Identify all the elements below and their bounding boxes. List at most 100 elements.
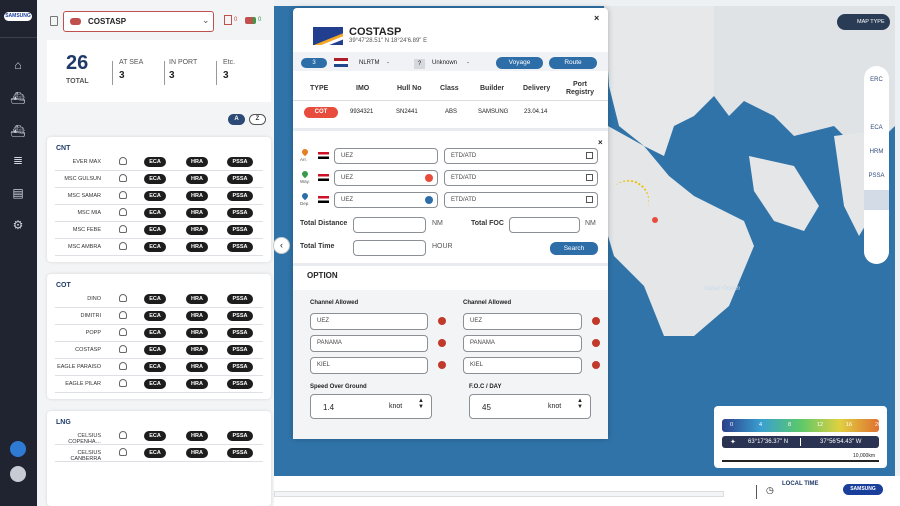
sog-stepper[interactable]: 1.4 knot ▲ ▼ [310,394,432,419]
list-item[interactable]: MSC GULSUN ECA HRA PSSA [47,171,271,188]
total-time-input[interactable] [353,240,426,256]
location-pin-icon [300,191,310,201]
group-card-cnt: CNT EVER MAX ECA HRA PSSA MSC GULSUN ECA HRA PSS… [47,137,271,262]
list-item[interactable]: DINO ECA HRA PSSA [47,291,271,308]
samsung-logo: SAMSUNG [4,12,32,21]
foc-stepper[interactable]: 45 knot ▲ ▼ [469,394,591,419]
settings-icon[interactable]: ⚙ [9,216,27,234]
close-icon[interactable]: × [594,13,599,23]
sort-z-button[interactable]: Z [249,114,266,125]
foc-label: F.O.C / DAY [469,384,502,390]
calendar-icon[interactable] [586,196,593,203]
clock-icon: ◷ [766,485,774,495]
spec-header: Port Registry [565,81,594,96]
list-item[interactable]: CELSIUS CANBERRA ECA HRA PSSA [47,445,271,462]
legend-panel: 0 4 8 12 16 20kn ✦ 63°17'36.37" N 37°56'54.43… [714,406,887,468]
list-item[interactable]: DIMITRI ECA HRA PSSA [47,308,271,325]
channel-input[interactable]: UEZ [463,313,582,330]
remove-waypoint-icon[interactable] [425,174,433,182]
zone-badge: ECA [144,345,166,355]
stepper-arrows-icon[interactable]: ▲ ▼ [418,398,424,410]
search-button[interactable]: Search [550,242,598,255]
fleet-icon[interactable]: ⛴ [9,122,27,140]
delivery-value: 23.04.14 [524,109,548,115]
list-item[interactable]: CELSIUS COPENHA… ECA HRA PSSA [47,428,271,445]
map-type-button[interactable]: MAP TYPE [837,14,890,30]
user-avatar-icon[interactable] [10,466,26,482]
divider [216,61,217,85]
report-icon[interactable]: ▤ [9,184,27,202]
stepper-arrows-icon[interactable]: ▲ ▼ [577,398,583,410]
ship-icon[interactable]: ⛴ [9,89,27,107]
list-item[interactable]: EAGLE PILAR ECA HRA PSSA [47,376,271,393]
channel-input[interactable]: KIEL [463,357,582,374]
date-input[interactable]: ETD/ATD [444,192,598,208]
port-input[interactable]: UEZ [334,170,438,186]
erc-button[interactable]: ERC [864,70,889,90]
list-item[interactable]: POPP ECA HRA PSSA [47,325,271,342]
weather-icon [119,191,127,199]
anchor-icon[interactable] [864,214,889,234]
weather-icon [119,311,127,319]
eca-button[interactable]: ECA [864,118,889,138]
total-distance-input[interactable] [353,217,426,233]
hrm-button[interactable]: HRM [864,142,889,162]
total-foc-input[interactable] [509,217,580,233]
timeline-scrollbar[interactable] [274,491,724,497]
spec-header: Builder [480,85,505,92]
scale-bar: 10,000km [722,453,879,462]
route-button[interactable]: Route [549,57,597,69]
list-item[interactable]: COSTASP ECA HRA PSSA [47,342,271,359]
date-input[interactable]: ETD/ATD [444,170,598,186]
local-time-label: LOCAL TIME [782,481,819,487]
collapse-arrow-icon[interactable]: ‹ [273,237,290,254]
add-waypoint-icon[interactable] [425,196,433,204]
pssa-button[interactable]: PSSA [864,166,889,186]
voyage-button[interactable]: Voyage [496,57,543,69]
list-item[interactable]: MSC AMBRA ECA HRA PSSA [47,239,271,256]
ship-status-icon[interactable] [245,17,256,24]
list-item[interactable]: MSC SAMAR ECA HRA PSSA [47,188,271,205]
notification-icon[interactable] [10,441,26,457]
weather-icon [119,448,127,456]
channel-input[interactable]: KIEL [310,357,428,374]
channel-status-icon[interactable] [592,317,600,325]
vessel-tool-icon[interactable] [864,190,889,210]
home-icon[interactable]: ⌂ [9,56,27,74]
list-item[interactable]: MSC MIA ECA HRA PSSA [47,205,271,222]
calendar-icon[interactable] [586,174,593,181]
list-item[interactable]: MSC FEBE ECA HRA PSSA [47,222,271,239]
port-input[interactable]: UEZ [334,148,438,164]
weather-icon [119,294,127,302]
hour-unit: HOUR [432,243,453,250]
channel-status-icon[interactable] [438,361,446,369]
sog-value: 1.4 [323,403,335,412]
divider [756,485,757,499]
channel-status-icon[interactable] [438,317,446,325]
database-icon[interactable]: ≣ [9,151,27,169]
type-badge: COT [304,107,338,118]
channel-status-icon[interactable] [592,361,600,369]
alert-icon[interactable] [224,15,232,25]
weather-icon [119,157,127,165]
list-item[interactable]: EAGLE PARAISO ECA HRA PSSA [47,359,271,376]
channel-input[interactable]: UEZ [310,313,428,330]
channel-input[interactable]: PANAMA [310,335,428,352]
channel-status-icon[interactable] [438,339,446,347]
vessel-select[interactable]: COSTASP ⌄ [63,11,214,32]
list-item[interactable]: EVER MAX ECA HRA PSSA [47,154,271,171]
weather-icon[interactable] [864,94,889,114]
nm-unit: NM [585,220,596,227]
calendar-icon[interactable] [586,152,593,159]
date-placeholder: ETD/ATD [451,197,477,203]
port-input[interactable]: UEZ [334,192,438,208]
sort-a-button[interactable]: A [228,114,245,125]
channel-status-icon[interactable] [592,339,600,347]
channel-input[interactable]: PANAMA [463,335,582,352]
date-input[interactable]: ETD/ATD [444,148,598,164]
weather-icon [119,208,127,216]
vessel-marker[interactable] [652,217,658,223]
document-icon[interactable] [864,238,889,258]
etc-count: 3 [223,70,229,81]
vessel-name: MSC AMBRA [67,244,101,250]
